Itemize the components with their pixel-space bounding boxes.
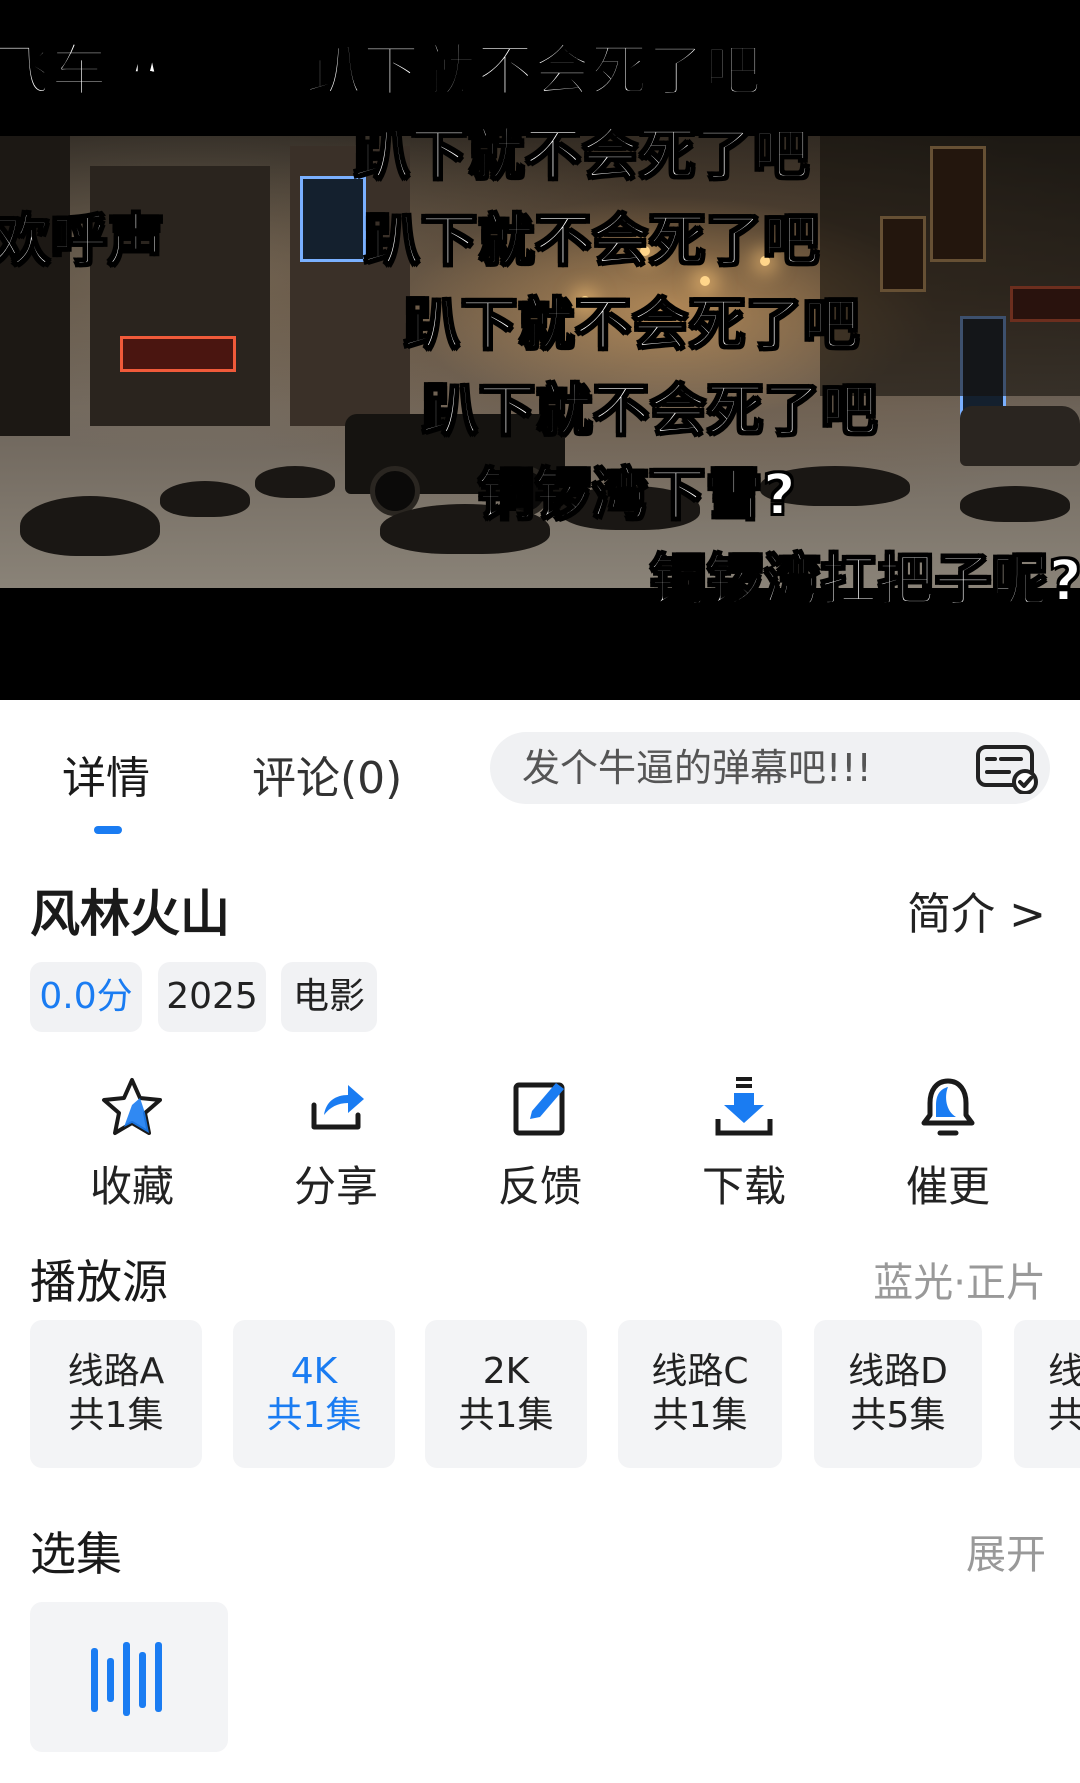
danmaku-comment: 趴下就不会死了吧 xyxy=(305,38,762,105)
score-tag: 0.0分 xyxy=(30,962,142,1032)
source-name: 线 xyxy=(1048,1351,1080,1392)
tab-comments[interactable]: 评论(0) xyxy=(252,742,402,806)
source-card[interactable]: 线路C 共1集 xyxy=(618,1320,782,1468)
danmaku-comment: 趴下就不会死了吧 xyxy=(353,122,810,189)
danmaku-comment: 铜锣湾扛把子呢? xyxy=(649,548,1080,615)
danmaku-comment: 欢呼声 xyxy=(0,208,165,275)
source-card[interactable]: 2K 共1集 xyxy=(425,1320,587,1468)
movie-title: 风林火山 xyxy=(30,885,230,943)
source-name: 线路A xyxy=(67,1351,165,1392)
year-tag: 2025 xyxy=(158,962,266,1032)
source-card[interactable]: 线 共 xyxy=(1014,1320,1080,1468)
type-tag: 电影 xyxy=(281,962,377,1032)
danmaku-settings-icon[interactable] xyxy=(975,744,1041,794)
source-episodes: 共1集 xyxy=(266,1395,362,1436)
danmaku-comment: 铜锣湾下雪? xyxy=(477,462,797,529)
active-tab-indicator xyxy=(94,826,122,834)
playing-bars-icon xyxy=(91,1642,162,1716)
source-card[interactable]: 线路A 共1集 xyxy=(30,1320,202,1468)
urge-update-label: 催更 xyxy=(905,1162,990,1211)
source-quality: 蓝光·正片 xyxy=(873,1260,1046,1306)
source-name: 线路D xyxy=(848,1351,948,1392)
feedback-label: 反馈 xyxy=(497,1162,582,1211)
source-name: 4K xyxy=(290,1351,338,1392)
favorite-label: 收藏 xyxy=(89,1162,174,1211)
source-episodes: 共 xyxy=(1048,1395,1080,1436)
urge-update-button[interactable]: 催更 xyxy=(868,1075,1028,1214)
source-episodes: 共1集 xyxy=(68,1395,164,1436)
source-name: 2K xyxy=(482,1351,530,1392)
source-episodes: 共1集 xyxy=(458,1395,554,1436)
favorite-button[interactable]: 收藏 xyxy=(52,1075,212,1214)
intro-link[interactable]: 简介 > xyxy=(907,878,1046,942)
source-episodes: 共5集 xyxy=(850,1395,946,1436)
episode-heading: 选集 xyxy=(30,1527,122,1581)
share-button[interactable]: 分享 xyxy=(256,1075,416,1214)
tab-detail[interactable]: 详情 xyxy=(62,742,150,806)
bell-icon xyxy=(921,1078,975,1136)
danmaku-comment: 趴下就不会死了吧 xyxy=(421,378,878,445)
download-icon xyxy=(715,1077,773,1136)
expand-link[interactable]: 展开 xyxy=(966,1522,1046,1580)
danmaku-comment: 趴下就不会死了吧 xyxy=(403,292,860,359)
share-label: 分享 xyxy=(293,1162,378,1211)
danmaku-comment: 飞车嘛 xyxy=(0,38,165,105)
episode-card[interactable] xyxy=(30,1602,228,1752)
source-heading: 播放源 xyxy=(30,1255,168,1309)
danmaku-comment: 趴下就不会死了吧 xyxy=(363,208,820,275)
feedback-button[interactable]: 反馈 xyxy=(460,1075,620,1214)
share-icon xyxy=(311,1085,364,1130)
source-card[interactable]: 线路D 共5集 xyxy=(814,1320,982,1468)
star-icon xyxy=(102,1078,162,1135)
download-label: 下载 xyxy=(701,1162,786,1211)
source-name: 线路C xyxy=(651,1351,749,1392)
danmaku-input[interactable] xyxy=(490,732,1050,804)
source-episodes: 共1集 xyxy=(652,1395,748,1436)
source-card-active[interactable]: 4K 共1集 xyxy=(233,1320,395,1468)
video-player[interactable]: 飞车嘛 趴下就不会死了吧 趴下就不会死了吧 欢呼声 趴下就不会死了吧 趴下就不会… xyxy=(0,0,1080,700)
edit-icon xyxy=(513,1082,565,1136)
download-button[interactable]: 下载 xyxy=(664,1075,824,1214)
